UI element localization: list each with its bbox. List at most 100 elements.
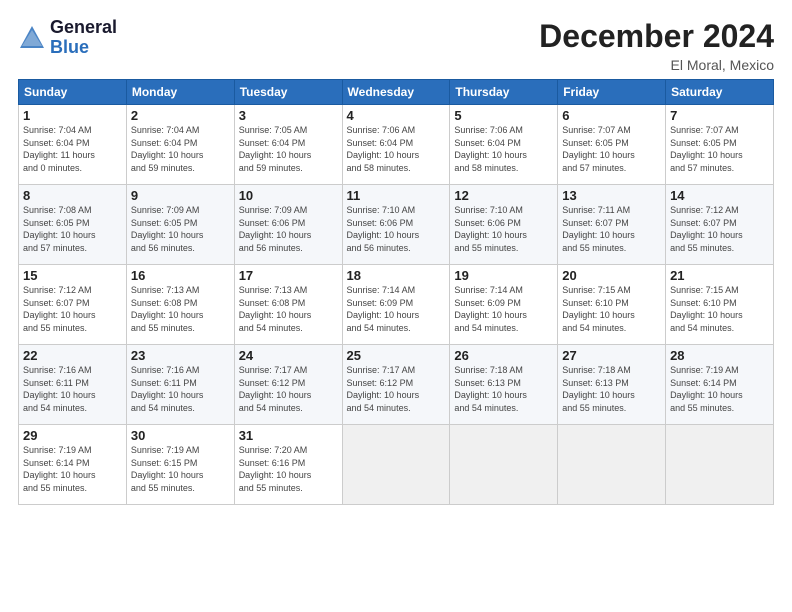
day-info: Sunrise: 7:06 AM Sunset: 6:04 PM Dayligh… <box>454 124 553 174</box>
day-info: Sunrise: 7:19 AM Sunset: 6:14 PM Dayligh… <box>670 364 769 414</box>
day-number: 29 <box>23 428 122 443</box>
calendar-cell: 30Sunrise: 7:19 AM Sunset: 6:15 PM Dayli… <box>126 425 234 505</box>
day-info: Sunrise: 7:18 AM Sunset: 6:13 PM Dayligh… <box>454 364 553 414</box>
calendar-cell: 15Sunrise: 7:12 AM Sunset: 6:07 PM Dayli… <box>19 265 127 345</box>
day-info: Sunrise: 7:15 AM Sunset: 6:10 PM Dayligh… <box>562 284 661 334</box>
month-title: December 2024 <box>539 18 774 55</box>
calendar-cell: 12Sunrise: 7:10 AM Sunset: 6:06 PM Dayli… <box>450 185 558 265</box>
day-info: Sunrise: 7:20 AM Sunset: 6:16 PM Dayligh… <box>239 444 338 494</box>
calendar-cell: 3Sunrise: 7:05 AM Sunset: 6:04 PM Daylig… <box>234 105 342 185</box>
calendar-cell: 29Sunrise: 7:19 AM Sunset: 6:14 PM Dayli… <box>19 425 127 505</box>
calendar-cell: 1Sunrise: 7:04 AM Sunset: 6:04 PM Daylig… <box>19 105 127 185</box>
day-number: 30 <box>131 428 230 443</box>
logo-blue: Blue <box>50 37 89 57</box>
day-number: 21 <box>670 268 769 283</box>
logo-icon <box>18 24 46 52</box>
calendar-header-tuesday: Tuesday <box>234 80 342 105</box>
day-number: 13 <box>562 188 661 203</box>
day-info: Sunrise: 7:11 AM Sunset: 6:07 PM Dayligh… <box>562 204 661 254</box>
calendar-cell: 18Sunrise: 7:14 AM Sunset: 6:09 PM Dayli… <box>342 265 450 345</box>
day-number: 7 <box>670 108 769 123</box>
calendar-header-thursday: Thursday <box>450 80 558 105</box>
day-info: Sunrise: 7:09 AM Sunset: 6:05 PM Dayligh… <box>131 204 230 254</box>
day-number: 23 <box>131 348 230 363</box>
header-row: General Blue December 2024 El Moral, Mex… <box>18 18 774 73</box>
day-info: Sunrise: 7:13 AM Sunset: 6:08 PM Dayligh… <box>131 284 230 334</box>
day-number: 2 <box>131 108 230 123</box>
day-number: 5 <box>454 108 553 123</box>
calendar-header-row: SundayMondayTuesdayWednesdayThursdayFrid… <box>19 80 774 105</box>
title-area: December 2024 El Moral, Mexico <box>539 18 774 73</box>
calendar-cell: 24Sunrise: 7:17 AM Sunset: 6:12 PM Dayli… <box>234 345 342 425</box>
calendar-cell <box>666 425 774 505</box>
calendar-cell: 27Sunrise: 7:18 AM Sunset: 6:13 PM Dayli… <box>558 345 666 425</box>
day-info: Sunrise: 7:10 AM Sunset: 6:06 PM Dayligh… <box>347 204 446 254</box>
day-info: Sunrise: 7:13 AM Sunset: 6:08 PM Dayligh… <box>239 284 338 334</box>
day-info: Sunrise: 7:12 AM Sunset: 6:07 PM Dayligh… <box>670 204 769 254</box>
calendar-cell: 10Sunrise: 7:09 AM Sunset: 6:06 PM Dayli… <box>234 185 342 265</box>
day-number: 26 <box>454 348 553 363</box>
day-number: 18 <box>347 268 446 283</box>
day-number: 22 <box>23 348 122 363</box>
day-number: 15 <box>23 268 122 283</box>
calendar-cell: 2Sunrise: 7:04 AM Sunset: 6:04 PM Daylig… <box>126 105 234 185</box>
day-number: 16 <box>131 268 230 283</box>
day-number: 3 <box>239 108 338 123</box>
day-number: 9 <box>131 188 230 203</box>
calendar-week-1: 1Sunrise: 7:04 AM Sunset: 6:04 PM Daylig… <box>19 105 774 185</box>
calendar-cell: 23Sunrise: 7:16 AM Sunset: 6:11 PM Dayli… <box>126 345 234 425</box>
day-number: 1 <box>23 108 122 123</box>
day-number: 11 <box>347 188 446 203</box>
calendar-header-sunday: Sunday <box>19 80 127 105</box>
logo-text: General Blue <box>50 18 117 58</box>
calendar-cell: 8Sunrise: 7:08 AM Sunset: 6:05 PM Daylig… <box>19 185 127 265</box>
calendar-cell: 28Sunrise: 7:19 AM Sunset: 6:14 PM Dayli… <box>666 345 774 425</box>
day-number: 10 <box>239 188 338 203</box>
day-info: Sunrise: 7:09 AM Sunset: 6:06 PM Dayligh… <box>239 204 338 254</box>
day-number: 28 <box>670 348 769 363</box>
calendar-table: SundayMondayTuesdayWednesdayThursdayFrid… <box>18 79 774 505</box>
day-info: Sunrise: 7:12 AM Sunset: 6:07 PM Dayligh… <box>23 284 122 334</box>
day-number: 8 <box>23 188 122 203</box>
day-number: 20 <box>562 268 661 283</box>
day-info: Sunrise: 7:06 AM Sunset: 6:04 PM Dayligh… <box>347 124 446 174</box>
day-info: Sunrise: 7:04 AM Sunset: 6:04 PM Dayligh… <box>23 124 122 174</box>
day-info: Sunrise: 7:19 AM Sunset: 6:14 PM Dayligh… <box>23 444 122 494</box>
day-number: 19 <box>454 268 553 283</box>
calendar-cell: 22Sunrise: 7:16 AM Sunset: 6:11 PM Dayli… <box>19 345 127 425</box>
day-info: Sunrise: 7:05 AM Sunset: 6:04 PM Dayligh… <box>239 124 338 174</box>
logo-general: General <box>50 17 117 37</box>
day-info: Sunrise: 7:19 AM Sunset: 6:15 PM Dayligh… <box>131 444 230 494</box>
calendar-week-4: 22Sunrise: 7:16 AM Sunset: 6:11 PM Dayli… <box>19 345 774 425</box>
calendar-cell <box>342 425 450 505</box>
calendar-cell: 16Sunrise: 7:13 AM Sunset: 6:08 PM Dayli… <box>126 265 234 345</box>
calendar-cell: 26Sunrise: 7:18 AM Sunset: 6:13 PM Dayli… <box>450 345 558 425</box>
calendar-cell: 14Sunrise: 7:12 AM Sunset: 6:07 PM Dayli… <box>666 185 774 265</box>
calendar-header-wednesday: Wednesday <box>342 80 450 105</box>
calendar-cell: 7Sunrise: 7:07 AM Sunset: 6:05 PM Daylig… <box>666 105 774 185</box>
calendar-cell: 19Sunrise: 7:14 AM Sunset: 6:09 PM Dayli… <box>450 265 558 345</box>
calendar-header-friday: Friday <box>558 80 666 105</box>
day-info: Sunrise: 7:17 AM Sunset: 6:12 PM Dayligh… <box>347 364 446 414</box>
calendar-cell: 5Sunrise: 7:06 AM Sunset: 6:04 PM Daylig… <box>450 105 558 185</box>
day-info: Sunrise: 7:07 AM Sunset: 6:05 PM Dayligh… <box>562 124 661 174</box>
day-number: 25 <box>347 348 446 363</box>
calendar-cell: 21Sunrise: 7:15 AM Sunset: 6:10 PM Dayli… <box>666 265 774 345</box>
day-number: 6 <box>562 108 661 123</box>
calendar-cell: 25Sunrise: 7:17 AM Sunset: 6:12 PM Dayli… <box>342 345 450 425</box>
calendar-header-monday: Monday <box>126 80 234 105</box>
day-info: Sunrise: 7:17 AM Sunset: 6:12 PM Dayligh… <box>239 364 338 414</box>
day-info: Sunrise: 7:16 AM Sunset: 6:11 PM Dayligh… <box>131 364 230 414</box>
day-number: 14 <box>670 188 769 203</box>
calendar-cell: 4Sunrise: 7:06 AM Sunset: 6:04 PM Daylig… <box>342 105 450 185</box>
day-info: Sunrise: 7:08 AM Sunset: 6:05 PM Dayligh… <box>23 204 122 254</box>
day-info: Sunrise: 7:16 AM Sunset: 6:11 PM Dayligh… <box>23 364 122 414</box>
calendar-cell: 17Sunrise: 7:13 AM Sunset: 6:08 PM Dayli… <box>234 265 342 345</box>
page-container: General Blue December 2024 El Moral, Mex… <box>0 0 792 515</box>
day-number: 4 <box>347 108 446 123</box>
calendar-cell: 11Sunrise: 7:10 AM Sunset: 6:06 PM Dayli… <box>342 185 450 265</box>
calendar-week-2: 8Sunrise: 7:08 AM Sunset: 6:05 PM Daylig… <box>19 185 774 265</box>
calendar-cell <box>450 425 558 505</box>
calendar-week-5: 29Sunrise: 7:19 AM Sunset: 6:14 PM Dayli… <box>19 425 774 505</box>
day-info: Sunrise: 7:14 AM Sunset: 6:09 PM Dayligh… <box>347 284 446 334</box>
